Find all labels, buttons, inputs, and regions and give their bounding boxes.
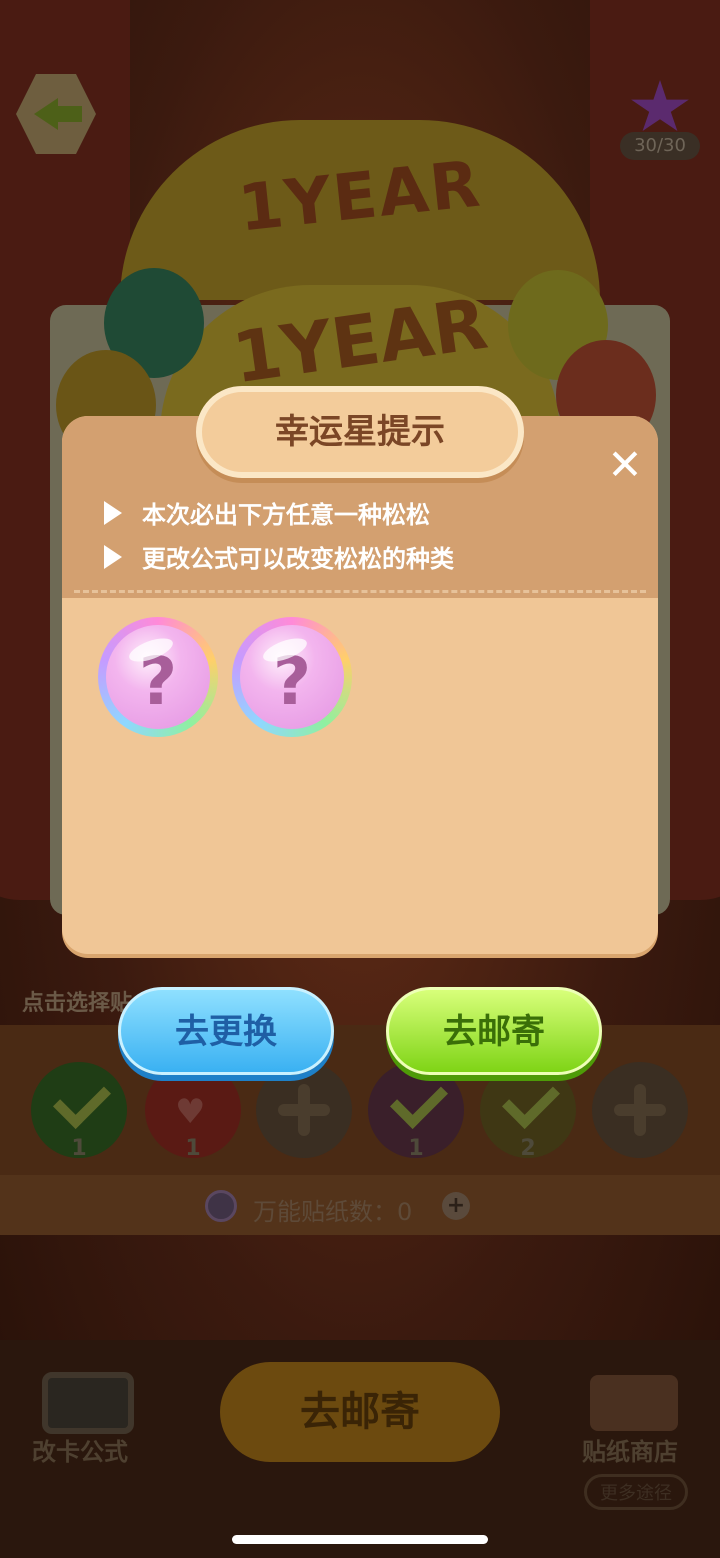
- close-icon[interactable]: ✕: [600, 440, 650, 490]
- sticker-slot-2-count: 1: [185, 1136, 201, 1161]
- more-ways-button[interactable]: 更多途径: [584, 1474, 688, 1510]
- sticker-slot-3[interactable]: [256, 1062, 352, 1158]
- sticker-slot-4-count: 1: [408, 1136, 424, 1161]
- candidate-orb-2[interactable]: ?: [232, 617, 352, 737]
- sticker-shop-label: 贴纸商店: [582, 1438, 678, 1466]
- sticker-slot-5-count: 2: [520, 1136, 536, 1161]
- universal-sticker-icon: [205, 1190, 237, 1222]
- mail-button[interactable]: 去邮寄: [386, 987, 602, 1075]
- back-arrow-icon: [34, 98, 58, 130]
- bottom-mail-button[interactable]: 去邮寄: [220, 1362, 500, 1462]
- play-triangle-icon: [104, 501, 122, 525]
- sticker-slot-1-count: 1: [71, 1136, 87, 1161]
- candidate-orb-1[interactable]: ?: [98, 617, 218, 737]
- formula-icon[interactable]: [42, 1372, 134, 1434]
- check-icon: [53, 1071, 111, 1129]
- lucky-star-count: 30/30: [620, 132, 700, 160]
- play-triangle-icon: [104, 545, 122, 569]
- sticker-shop-icon[interactable]: [590, 1375, 678, 1431]
- dialog-title: 幸运星提示: [196, 386, 524, 478]
- hint-text-1: 本次必出下方任意一种松松: [142, 501, 430, 529]
- check-icon: [502, 1071, 560, 1129]
- home-indicator[interactable]: [232, 1535, 488, 1544]
- sticker-slot-6[interactable]: [592, 1062, 688, 1158]
- change-button[interactable]: 去更换: [118, 987, 334, 1075]
- check-icon: [390, 1071, 448, 1129]
- back-arrow-tail: [56, 106, 82, 122]
- hint-text-2: 更改公式可以改变松松的种类: [142, 545, 454, 573]
- heart-icon: ♥: [175, 1092, 206, 1132]
- add-sticker-button[interactable]: +: [442, 1192, 470, 1220]
- dialog-divider: [74, 590, 646, 593]
- select-sticker-label: 点击选择贴: [22, 991, 133, 1016]
- formula-label: 改卡公式: [32, 1438, 128, 1466]
- universal-sticker-count: 万能贴纸数：0: [253, 1198, 413, 1226]
